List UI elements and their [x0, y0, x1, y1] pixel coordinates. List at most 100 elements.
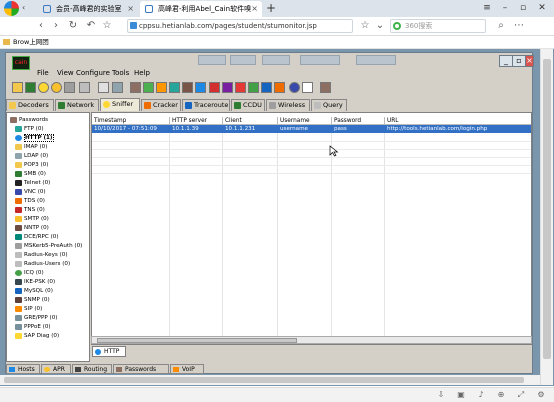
- nc-icon[interactable]: [209, 82, 220, 93]
- certificate-icon[interactable]: [143, 82, 154, 93]
- tree-item-smtp[interactable]: SMTP (0): [15, 215, 49, 224]
- tree-item-ldap[interactable]: LDAP (0): [15, 152, 48, 161]
- info-icon[interactable]: [289, 82, 300, 93]
- page-scrollbar[interactable]: [540, 49, 553, 385]
- tree-item-gre-ppp[interactable]: GRE/PPP (0): [15, 314, 57, 323]
- close-window-button[interactable]: ✕: [533, 0, 551, 16]
- url-input[interactable]: cppsu.hetianlab.com/pages/student/stumon…: [127, 19, 353, 33]
- tree-item-smb[interactable]: SMB (0): [15, 170, 46, 179]
- bookmark-item[interactable]: Brow上网团: [13, 36, 49, 48]
- reload-icon[interactable]: ↻: [66, 18, 80, 34]
- back-icon[interactable]: ‹: [34, 18, 48, 34]
- more-icon[interactable]: ⋯: [512, 18, 526, 34]
- tree-item-mskerb5[interactable]: MSKerb5-PreAuth (0): [15, 242, 82, 251]
- menu-help[interactable]: Help: [134, 67, 150, 79]
- maximize-button[interactable]: ▫: [514, 0, 532, 16]
- add-icon[interactable]: [98, 82, 109, 93]
- horizontal-scrollbar[interactable]: [91, 336, 532, 344]
- sidebar-toggle-icon[interactable]: ‹: [22, 2, 25, 14]
- search-input[interactable]: 360搜索: [390, 19, 486, 33]
- settings-icon[interactable]: ⚙: [536, 390, 546, 400]
- grid-icon[interactable]: [195, 82, 206, 93]
- col-header-http-server[interactable]: HTTP server: [170, 117, 223, 125]
- tree-item-http[interactable]: HTTP (1): [15, 134, 54, 143]
- browser-logo-icon[interactable]: [4, 1, 19, 16]
- cain-minimize-button[interactable]: _: [499, 55, 513, 67]
- cain-maximize-button[interactable]: ▫: [512, 55, 526, 67]
- tab-voip[interactable]: VoIP: [170, 364, 204, 374]
- config-icon[interactable]: [64, 82, 75, 93]
- remove-icon[interactable]: [112, 82, 123, 93]
- apr-icon[interactable]: [51, 82, 62, 93]
- col-header-timestamp[interactable]: Timestamp: [92, 117, 170, 125]
- menu-configure[interactable]: Configure: [76, 67, 110, 79]
- tab-network[interactable]: Network: [55, 99, 99, 111]
- tab-hosts[interactable]: Hosts: [6, 364, 40, 374]
- tree-item-pppoe[interactable]: PPPoE (0): [15, 323, 51, 332]
- tab-routing[interactable]: Routing: [72, 364, 112, 374]
- http-password-table[interactable]: Timestamp HTTP server Client Username Pa…: [91, 112, 532, 345]
- network-card-icon[interactable]: [25, 82, 36, 93]
- tree-item-radius-users[interactable]: Radius-Users (0): [15, 260, 70, 269]
- filter-icon[interactable]: [274, 82, 285, 93]
- cut-icon[interactable]: [79, 82, 90, 93]
- tab-passwords[interactable]: Passwords: [113, 364, 169, 374]
- cain-close-button[interactable]: ×: [525, 55, 534, 67]
- terminal-icon[interactable]: [222, 82, 233, 93]
- close-icon[interactable]: ×: [251, 1, 258, 17]
- close-icon[interactable]: ×: [127, 1, 134, 17]
- menu-icon[interactable]: ≡: [478, 0, 496, 16]
- hash-icon[interactable]: [130, 82, 141, 93]
- page-hscrollbar[interactable]: [0, 375, 540, 385]
- forward-icon[interactable]: ›: [49, 18, 63, 34]
- lsa-icon[interactable]: [156, 82, 167, 93]
- monitor-icon[interactable]: [169, 82, 180, 93]
- tree-item-tns[interactable]: TNS (0): [15, 206, 45, 215]
- minimize-button[interactable]: –: [496, 0, 514, 16]
- menu-tools[interactable]: Tools: [112, 67, 129, 79]
- col-header-username[interactable]: Username: [278, 117, 332, 125]
- tab-ccdu[interactable]: CCDU: [231, 99, 265, 111]
- sniffer-icon[interactable]: [38, 82, 49, 93]
- col-header-password[interactable]: Password: [332, 117, 385, 125]
- browser-tab-2[interactable]: 高峰君-利用Abel_Cain软件嗅 ×: [140, 1, 262, 17]
- wifi-icon[interactable]: [261, 82, 272, 93]
- tab-apr[interactable]: APR: [41, 364, 71, 374]
- fullscreen-icon[interactable]: ⤢: [516, 390, 526, 400]
- downloads-icon[interactable]: ⇩: [436, 390, 446, 400]
- tree-item-mysql[interactable]: MySQL (0): [15, 287, 53, 296]
- tree-item-imap[interactable]: IMAP (0): [15, 143, 47, 152]
- bookmark-star-icon[interactable]: ☆: [358, 18, 372, 34]
- tab-query[interactable]: Query: [311, 99, 347, 111]
- tree-item-vnc[interactable]: VNC (0): [15, 188, 46, 197]
- tree-item-sap-diag[interactable]: SAP Diag (0): [15, 332, 59, 341]
- tree-item-icq[interactable]: ICQ (0): [15, 269, 44, 278]
- tab-wireless[interactable]: Wireless: [266, 99, 310, 111]
- col-header-url[interactable]: URL: [385, 117, 531, 125]
- star-icon[interactable]: ☆: [100, 18, 114, 34]
- new-tab-button[interactable]: +: [266, 1, 276, 16]
- key-icon[interactable]: [182, 82, 193, 93]
- tree-root-passwords[interactable]: Passwords: [10, 116, 48, 125]
- tree-item-ike-psk[interactable]: IKE-PSK (0): [15, 278, 55, 287]
- zoom-icon[interactable]: ⊕: [496, 390, 506, 400]
- user-icon[interactable]: [320, 82, 331, 93]
- tab-traceroute[interactable]: Traceroute: [182, 99, 230, 111]
- open-icon[interactable]: [12, 82, 23, 93]
- tree-item-dcerpc[interactable]: DCE/RPC (0): [15, 233, 59, 242]
- password-tree[interactable]: Passwords FTP (0) HTTP (1) IMAP (0) LDAP…: [6, 112, 90, 362]
- tab-cracker[interactable]: Cracker: [141, 99, 181, 111]
- tree-item-ftp[interactable]: FTP (0): [15, 125, 44, 134]
- scrollbar-thumb[interactable]: [97, 338, 297, 343]
- screenshot-icon[interactable]: ▣: [456, 390, 466, 400]
- browser-tab-1[interactable]: 会员-高峰君的实验室 ×: [38, 1, 138, 17]
- record-icon[interactable]: [235, 82, 246, 93]
- tree-item-tds[interactable]: TDS (0): [15, 197, 45, 206]
- search-icon[interactable]: ⌕: [494, 18, 508, 34]
- calc-icon[interactable]: [248, 82, 259, 93]
- col-header-client[interactable]: Client: [223, 117, 278, 125]
- volume-icon[interactable]: ♪: [476, 390, 486, 400]
- scrollbar-thumb[interactable]: [543, 59, 551, 359]
- tab-decoders[interactable]: Decoders: [6, 99, 54, 111]
- tree-item-telnet[interactable]: Telnet (0): [15, 179, 50, 188]
